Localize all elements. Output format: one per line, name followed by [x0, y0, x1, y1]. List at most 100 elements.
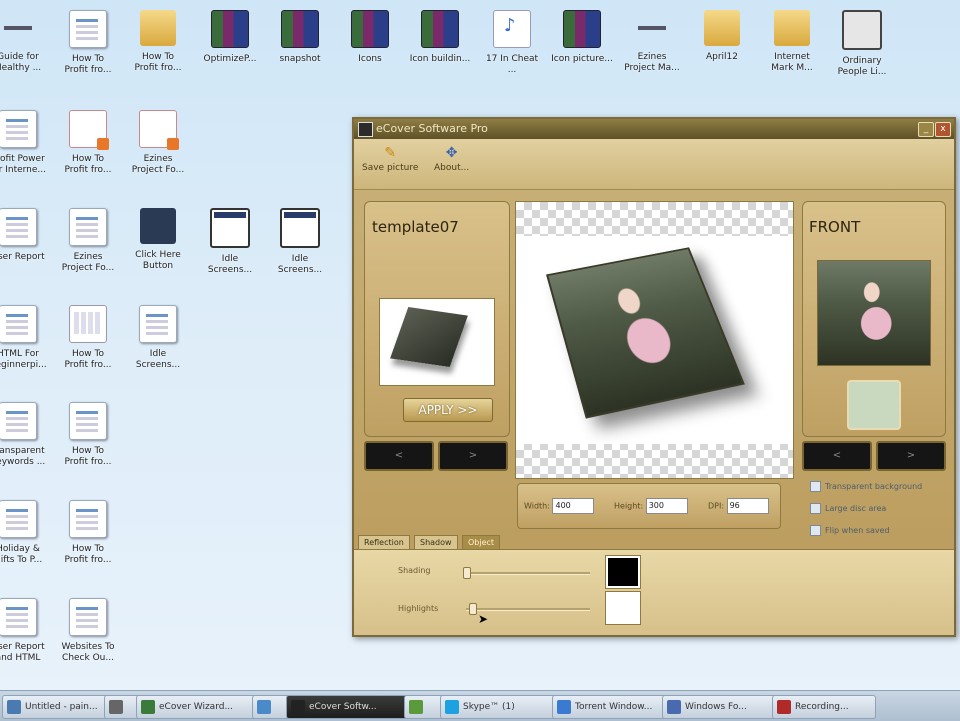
apply-button[interactable]: APPLY >> [403, 398, 493, 422]
desktop-icon[interactable]: OptimizeP... [194, 10, 266, 90]
shading-slider-track[interactable] [466, 572, 590, 575]
taskbar-app-icon [409, 700, 423, 714]
highlights-color-swatch[interactable] [606, 592, 640, 624]
desktop-icon[interactable]: How To Profit fro... [52, 110, 124, 190]
tab-shadow[interactable]: Shadow [414, 535, 458, 550]
taskbar-app-icon [667, 700, 681, 714]
desktop-icon-label: How To Profit fro... [64, 54, 112, 75]
shading-color-swatch[interactable] [606, 556, 640, 588]
height-input[interactable]: 300 [645, 498, 688, 514]
flip-option[interactable]: Flip when saved [810, 525, 890, 536]
desktop-icon-label: Guide for Healthy ... [0, 52, 42, 73]
desktop-icon-label: User Report and HTML [0, 642, 45, 663]
archive-icon [351, 10, 389, 48]
taskbar-app-icon [557, 700, 571, 714]
taskbar-button-label: eCover Wizard... [159, 702, 234, 712]
template-next-button[interactable]: > [438, 441, 508, 471]
desktop-icon[interactable]: April12 [686, 10, 758, 90]
shading-slider-knob[interactable] [463, 567, 471, 579]
desktop-icon[interactable]: Profit Power for Interne... [0, 110, 54, 190]
desktop-icon[interactable]: 17 In Cheat ... [476, 10, 548, 90]
shading-label: Shading [398, 566, 431, 575]
button-image-icon [140, 208, 176, 244]
large-disc-checkbox[interactable] [810, 503, 821, 514]
taskbar-button[interactable]: eCover Wizard... [136, 695, 264, 719]
desktop-icon[interactable]: Guide for Healthy ... [0, 10, 54, 90]
transparent-checkbox[interactable] [810, 481, 821, 492]
front-next-button[interactable]: > [876, 441, 946, 471]
desktop-icon[interactable]: Click Here Button [122, 208, 194, 288]
taskbar-button-label: Untitled - pain... [25, 702, 98, 712]
desktop-icon[interactable]: Icon buildin... [404, 10, 476, 90]
document-icon [139, 305, 177, 343]
taskbar-button[interactable]: Torrent Window... [552, 695, 678, 719]
desktop-icon[interactable]: Websites To Check Ou... [52, 598, 124, 678]
app-icon [358, 122, 373, 137]
desktop-icon[interactable]: Ezines Project Ma... [616, 10, 688, 90]
archive-icon [281, 10, 319, 48]
close-button[interactable]: x [935, 122, 951, 137]
front-color-swatch[interactable] [847, 380, 901, 430]
desktop-icon[interactable]: Ezines Project Fo... [52, 208, 124, 288]
template-prev-button[interactable]: < [364, 441, 434, 471]
desktop-icon-label: Idle Screens... [135, 349, 181, 370]
template-preview[interactable] [379, 298, 495, 386]
desktop-icon[interactable]: Ezines Project Fo... [122, 110, 194, 190]
audio-file-icon [493, 10, 531, 48]
template-book-shape [390, 306, 468, 368]
document-icon [69, 10, 107, 48]
dpi-input[interactable]: 96 [726, 498, 769, 514]
flip-checkbox[interactable] [810, 525, 821, 536]
desktop-icon[interactable]: Idle Screens... [194, 208, 266, 288]
template-nav: < > [364, 441, 508, 471]
desktop-icon[interactable]: HTML For Beginnerpi... [0, 305, 54, 385]
desktop-icon[interactable]: User Report and HTML [0, 598, 54, 678]
desktop-icon[interactable]: How To Profit fro... [52, 500, 124, 580]
desktop-icon[interactable]: Icon picture... [546, 10, 618, 90]
archive-icon [563, 10, 601, 48]
link-icon [0, 10, 36, 46]
toolbar: ✎ Save picture ✥ About... [354, 139, 954, 190]
transparent-background-option[interactable]: Transparent background [810, 481, 922, 492]
desktop-icon[interactable]: snapshot [264, 10, 336, 90]
tab-reflection[interactable]: Reflection [358, 535, 410, 550]
taskbar-button[interactable]: Skype™ (1) [440, 695, 568, 719]
desktop-icon[interactable]: Ordinary People Li... [826, 10, 898, 90]
front-prev-button[interactable]: < [802, 441, 872, 471]
highlights-slider-knob[interactable] [469, 603, 478, 615]
minimize-button[interactable]: _ [918, 122, 934, 137]
desktop-icon[interactable]: How To Profit fro... [52, 305, 124, 385]
taskbar-app-icon [445, 700, 459, 714]
large-disc-option[interactable]: Large disc area [810, 503, 886, 514]
pdf-icon [69, 110, 109, 150]
desktop-icon[interactable]: Transparent Keywords ... [0, 402, 54, 482]
about-button[interactable]: ✥ About... [434, 143, 469, 173]
desktop-icon[interactable]: Icons [334, 10, 406, 90]
highlights-slider-track[interactable] [466, 608, 590, 611]
document-icon [69, 500, 107, 538]
taskbar-button[interactable]: eCover Softw... [286, 695, 416, 719]
desktop-icon[interactable]: Idle Screens... [122, 305, 194, 385]
large-disc-label: Large disc area [825, 504, 887, 513]
save-picture-button[interactable]: ✎ Save picture [362, 143, 418, 173]
mouse-cursor-icon: ➤ [478, 612, 489, 626]
desktop-icon[interactable]: Idle Screens... [264, 208, 336, 288]
desktop-icon[interactable]: How To Profit fro... [52, 402, 124, 482]
tab-object[interactable]: Object [462, 535, 501, 550]
desktop-icon[interactable]: Holiday & Gifts To P... [0, 500, 54, 580]
desktop-icon[interactable]: User Report [0, 208, 54, 288]
desktop-icon-label: April12 [705, 52, 739, 62]
desktop-icon[interactable]: How To Profit fro... [52, 10, 124, 90]
desktop-icon[interactable]: Internet Mark M... [756, 10, 828, 90]
height-label: Height: [614, 501, 644, 511]
taskbar-button[interactable]: Windows Fo... [662, 695, 786, 719]
taskbar-button-label: Recording... [795, 702, 849, 712]
taskbar-button[interactable]: Recording... [772, 695, 876, 719]
width-input[interactable]: 400 [552, 498, 595, 514]
front-image[interactable] [817, 260, 931, 366]
save-picture-label: Save picture [362, 163, 419, 173]
width-label: Width: [524, 501, 550, 511]
about-label: About... [434, 163, 470, 173]
window-titlebar[interactable]: eCover Software Pro _ x [354, 119, 954, 139]
desktop-icon[interactable]: How To Profit fro... [122, 10, 194, 90]
